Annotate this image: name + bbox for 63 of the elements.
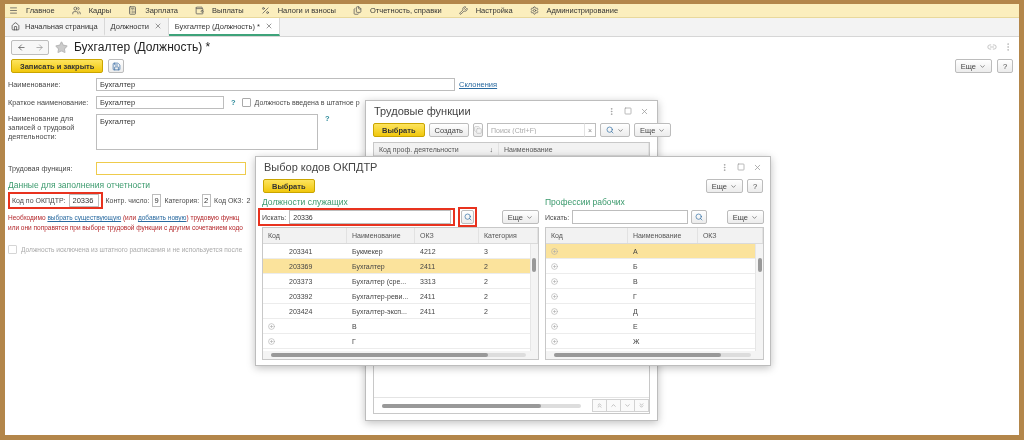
caret-icon	[751, 213, 758, 221]
expand-icon[interactable]	[550, 322, 558, 330]
caret-down-icon	[624, 402, 631, 409]
page-title: Бухгалтер (Должность) *	[74, 40, 211, 54]
expand-icon[interactable]	[268, 322, 275, 330]
checkbox[interactable]	[241, 98, 251, 107]
dialog-title: Трудовые функции	[374, 105, 471, 117]
caret-icon	[525, 213, 533, 221]
dialog-title: Выбор кодов ОКПДТР	[264, 161, 378, 173]
arrow-right-icon	[34, 42, 44, 52]
caret-icon	[730, 182, 737, 190]
maximize-icon[interactable]	[737, 163, 745, 171]
expand-icon[interactable]	[550, 247, 558, 255]
close-icon[interactable]	[753, 162, 762, 172]
horizontal-scrollbar[interactable]	[263, 351, 538, 359]
more-icon[interactable]	[720, 162, 729, 172]
arrow-left-icon	[16, 42, 26, 52]
calculator-icon	[128, 6, 138, 15]
search-button[interactable]	[691, 210, 708, 224]
double-caret-down-icon	[638, 402, 645, 409]
percent-icon	[260, 6, 270, 15]
copy-button[interactable]	[473, 123, 483, 137]
search-icon	[463, 213, 472, 221]
caret-icon	[979, 62, 986, 70]
search-icon	[606, 126, 615, 134]
search-icon	[695, 213, 704, 221]
section-heading: Должности служащих	[262, 197, 349, 207]
copy-icon	[474, 126, 482, 134]
expand-icon[interactable]	[268, 337, 275, 345]
link-icon[interactable]	[987, 42, 997, 52]
maximize-icon[interactable]	[624, 107, 632, 115]
vertical-scrollbar[interactable]	[755, 244, 763, 351]
horizontal-scrollbar[interactable]	[545, 351, 763, 359]
vertical-scrollbar[interactable]	[529, 244, 538, 351]
expand-icon[interactable]	[550, 277, 558, 285]
search-field[interactable]	[572, 210, 689, 224]
save-button[interactable]	[108, 59, 125, 73]
expand-icon[interactable]	[550, 262, 558, 270]
home-icon	[11, 21, 20, 31]
caret-icon	[617, 126, 625, 134]
caret-icon	[658, 126, 666, 134]
double-caret-up-icon	[596, 402, 603, 409]
section-heading: Данные для заполнения отчетности	[8, 180, 151, 190]
menu-icon	[9, 6, 18, 15]
expand-icon[interactable]	[550, 292, 558, 300]
close-icon[interactable]	[153, 22, 162, 30]
people-icon	[71, 6, 81, 15]
star-icon[interactable]	[55, 40, 68, 54]
last-page-button[interactable]	[634, 399, 649, 412]
search-button[interactable]	[600, 123, 631, 137]
caret-up-icon	[610, 402, 617, 409]
gear-icon	[529, 6, 539, 15]
wallet-icon	[195, 6, 204, 15]
more-icon[interactable]	[607, 106, 616, 116]
expand-icon[interactable]	[550, 337, 558, 345]
wrench-icon	[458, 6, 468, 15]
floppy-icon	[111, 61, 121, 71]
close-icon[interactable]	[264, 22, 273, 30]
labor-function-field[interactable]	[96, 162, 246, 175]
close-icon[interactable]	[640, 106, 649, 116]
section-heading: Профессии рабочих	[544, 197, 626, 207]
documents-icon	[352, 6, 362, 15]
expand-icon[interactable]	[550, 307, 558, 315]
